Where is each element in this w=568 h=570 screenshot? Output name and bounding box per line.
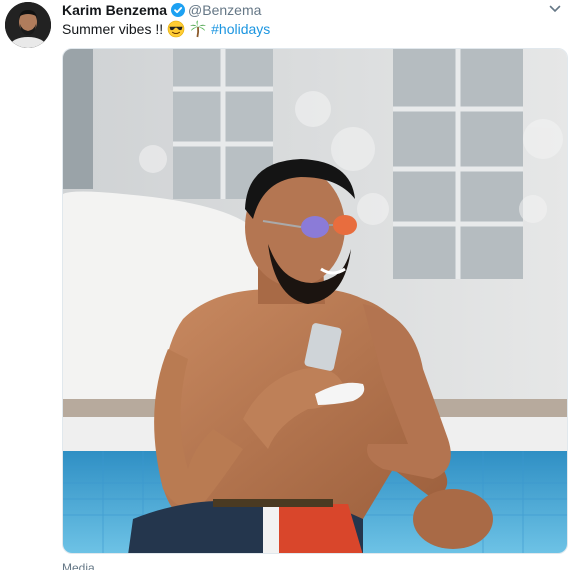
tweet-photo[interactable] bbox=[62, 48, 568, 554]
verified-badge-icon bbox=[171, 3, 186, 17]
media-footer-text[interactable]: Media bbox=[62, 562, 95, 570]
palm-tree-emoji-icon bbox=[189, 20, 207, 38]
tweet-text: Summer vibes !! #holidays bbox=[62, 20, 270, 38]
tweet-body: Summer vibes !! bbox=[62, 21, 164, 37]
avatar-image bbox=[5, 2, 51, 48]
tweet-card: Karim Benzema @Benzema Summer vibes !! #… bbox=[0, 0, 568, 570]
avatar[interactable] bbox=[5, 2, 51, 48]
tweet-header: Karim Benzema @Benzema bbox=[62, 1, 261, 19]
sunglasses-face-emoji-icon bbox=[167, 20, 185, 38]
hashtag-link[interactable]: #holidays bbox=[211, 21, 270, 37]
photo-image bbox=[63, 49, 567, 553]
chevron-down-icon[interactable] bbox=[548, 2, 562, 16]
author-name[interactable]: Karim Benzema bbox=[62, 2, 167, 18]
author-handle[interactable]: @Benzema bbox=[188, 2, 261, 18]
